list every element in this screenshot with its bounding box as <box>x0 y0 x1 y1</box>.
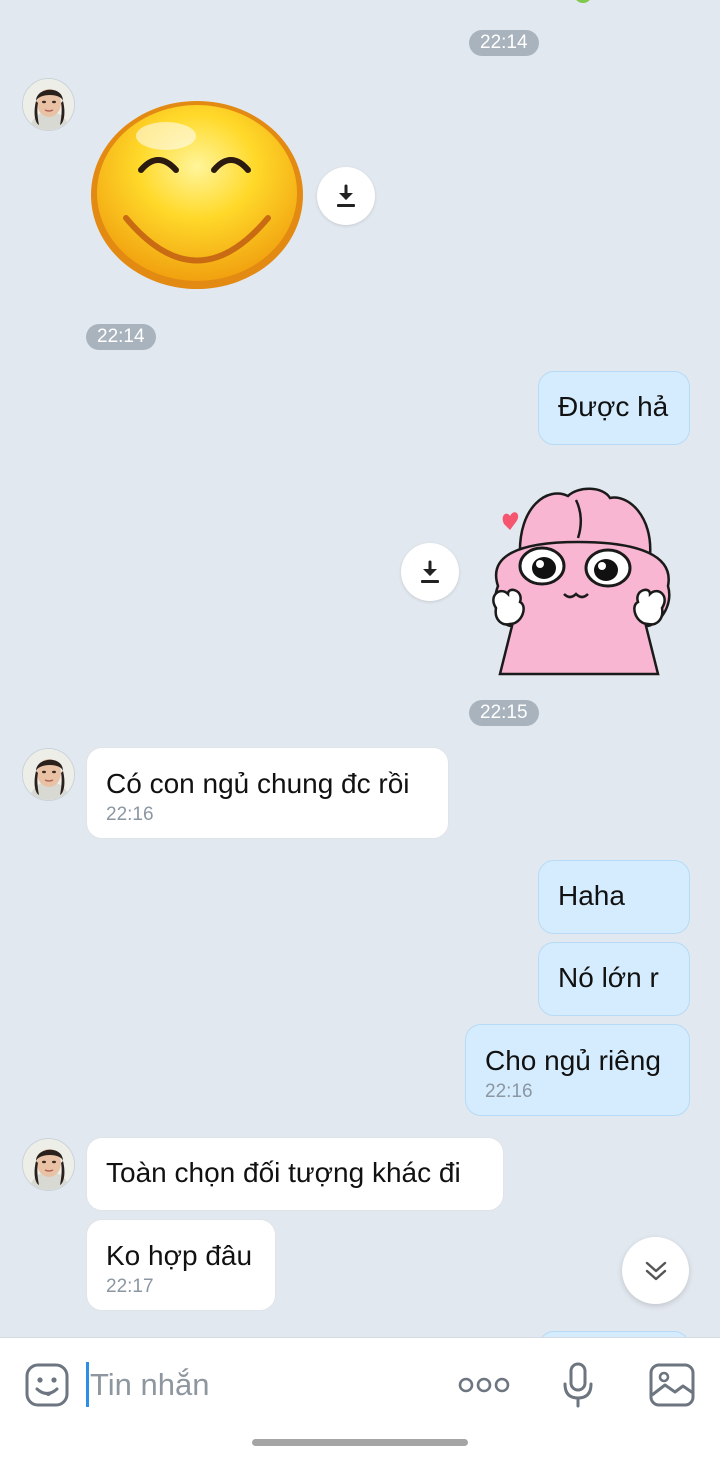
time-pill: 22:15 <box>469 700 539 726</box>
more-options-button[interactable] <box>456 1368 512 1402</box>
message-bubble-incoming[interactable]: Toàn chọn đối tượng khác đi <box>86 1137 504 1211</box>
message-text: Ko hợp đâu <box>106 1240 253 1271</box>
image-button[interactable] <box>648 1362 696 1408</box>
voice-button[interactable] <box>558 1360 598 1410</box>
message-bubble-incoming[interactable]: Có con ngủ chung đc rồi 22:16 <box>86 747 449 839</box>
chat-area[interactable]: 22:14 22:14 Được hả 22:15 Có con ngủ chu… <box>0 0 720 1337</box>
download-button[interactable] <box>401 543 459 601</box>
message-bubble-outgoing[interactable]: Cho ngủ riêng 22:16 <box>465 1024 690 1116</box>
message-time: 22:17 <box>106 1276 154 1297</box>
message-text: Haha <box>558 880 625 911</box>
image-icon <box>649 1363 695 1407</box>
more-options-icon <box>458 1377 510 1393</box>
emoji-sticker-smile[interactable] <box>86 98 308 296</box>
message-bubble-outgoing[interactable]: Được hả <box>538 371 690 445</box>
time-pill: 22:14 <box>469 30 539 56</box>
message-text: Có con ngủ chung đc rồi <box>106 768 410 799</box>
message-composer <box>0 1337 720 1457</box>
bunny-sticker[interactable] <box>478 486 680 678</box>
download-button[interactable] <box>317 167 375 225</box>
message-bubble-outgoing[interactable]: Nó lớn r <box>538 942 690 1016</box>
message-text: Nó lớn r <box>558 962 659 993</box>
emoji-icon <box>25 1363 69 1407</box>
message-time: 22:16 <box>106 804 154 825</box>
message-text: Cho ngủ riêng <box>485 1045 661 1076</box>
microphone-icon <box>563 1362 593 1408</box>
avatar[interactable] <box>22 748 75 801</box>
message-bubble-incoming[interactable]: Ko hợp đâu 22:17 <box>86 1219 276 1311</box>
download-icon <box>421 560 439 583</box>
message-text: Toàn chọn đối tượng khác đi <box>106 1157 461 1188</box>
scroll-to-bottom-button[interactable] <box>622 1237 689 1304</box>
emoji-button[interactable] <box>24 1362 70 1408</box>
time-pill: 22:14 <box>86 324 156 350</box>
message-input[interactable] <box>90 1358 430 1412</box>
text-cursor <box>86 1362 89 1407</box>
partial-sticker-edge <box>574 0 592 3</box>
message-text: Được hả <box>558 391 669 422</box>
avatar[interactable] <box>22 78 75 131</box>
scroll-down-icon <box>645 1261 666 1280</box>
message-bubble-outgoing[interactable]: Haha <box>538 860 690 934</box>
home-indicator <box>252 1439 468 1446</box>
message-time: 22:16 <box>485 1081 533 1102</box>
download-icon <box>337 184 355 207</box>
avatar[interactable] <box>22 1138 75 1191</box>
